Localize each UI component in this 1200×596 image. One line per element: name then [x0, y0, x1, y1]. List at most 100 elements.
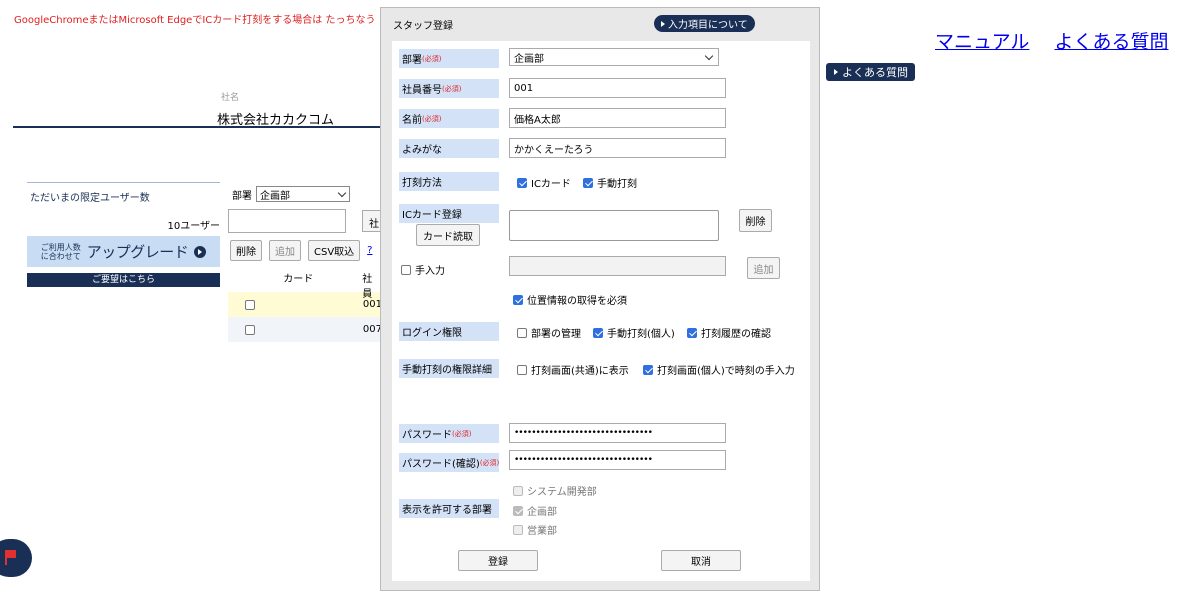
ic-card-checkbox[interactable] — [517, 177, 527, 188]
upgrade-label: アップグレード — [86, 243, 189, 261]
staff-add-button[interactable]: 追加 — [269, 240, 301, 261]
visible-depts-label: 表示を許可する部署 — [399, 499, 499, 518]
location-required-option[interactable]: 位置情報の取得を必須 — [513, 292, 627, 307]
stamp-method-label: 打刻方法 — [399, 172, 499, 191]
csv-import-button[interactable]: CSV取込 — [308, 240, 361, 261]
manual-stamp-personal-checkbox[interactable] — [593, 327, 603, 338]
register-button[interactable]: 登録 — [458, 550, 538, 571]
name-field[interactable]: 価格A太郎 — [509, 108, 726, 128]
staff-dept-select[interactable]: 企画部 — [256, 186, 350, 202]
password-field[interactable]: •••••••••••••••••••••••••••••••• — [509, 423, 726, 443]
manual-stamp-personal-label: 手動打刻(個人) — [607, 329, 675, 340]
header-spacer — [228, 270, 283, 292]
manual-entry-field[interactable] — [509, 256, 726, 276]
stamp-history-checkbox[interactable] — [687, 327, 697, 338]
staff-dept-label: 部署 — [232, 190, 252, 202]
modal-form: 部署 (必須) 企画部 社員番号 (必須) 001 名前 (必須) 価格A太郎 よみが… — [392, 41, 810, 581]
ic-card-option-label: ICカード — [531, 179, 571, 190]
password-label-text: パスワード — [402, 430, 452, 441]
staff-register-modal: スタッフ登録 入力項目について 部署 (必須) 企画部 社員番号 (必須) 001 … — [380, 7, 820, 591]
password-confirm-label: パスワード(確認) (必須) — [399, 453, 499, 472]
dept-sales-option[interactable]: 営業部 — [513, 522, 557, 537]
dept-sales-label: 営業部 — [527, 526, 557, 537]
ic-card-notice: GoogleChromeまたはMicrosoft EdgeでICカード打刻をする… — [14, 15, 376, 26]
dept-select[interactable]: 企画部 — [509, 48, 719, 66]
stamp-history-label: 打刻履歴の確認 — [701, 329, 771, 340]
dept-system-option[interactable]: システム開発部 — [513, 483, 597, 498]
name-label: 名前 (必須) — [399, 109, 499, 128]
manual-entry-checkbox[interactable] — [401, 264, 411, 275]
employee-no-label: 社員番号 (必須) — [399, 79, 499, 98]
user-limit-title: ただいまの限定ユーザー数 — [30, 193, 150, 204]
company-divider — [13, 126, 393, 128]
manual-entry-option[interactable]: 手入力 — [401, 262, 445, 277]
manual-entry-label: 手入力 — [415, 266, 445, 277]
top-links: マニュアル よくある質問 — [935, 27, 1168, 54]
location-required-label: 位置情報の取得を必須 — [527, 296, 627, 307]
dept-planning-checkbox[interactable] — [513, 505, 523, 516]
circle-arrow-icon — [194, 245, 207, 258]
help-link[interactable]: ? — [367, 245, 372, 256]
personal-time-input-option[interactable]: 打刻画面(個人)で時刻の手入力 — [643, 362, 795, 377]
upgrade-caption: ご利用人数 に合わせて — [41, 243, 81, 261]
upgrade-button[interactable]: ご利用人数 に合わせて アップグレード — [27, 236, 220, 267]
chevron-down-icon — [704, 51, 714, 60]
dept-planning-option[interactable]: 企画部 — [513, 503, 557, 518]
required-mark: (必須) — [479, 458, 500, 467]
manual-detail-label: 手動打刻の権限詳細 — [399, 359, 499, 378]
cancel-button[interactable]: 取消 — [661, 550, 741, 571]
dept-manage-checkbox[interactable] — [517, 327, 527, 338]
row-select — [228, 299, 363, 310]
name-label-text: 名前 — [402, 115, 422, 126]
dept-label: 部署 (必須) — [399, 49, 499, 68]
dept-sales-checkbox[interactable] — [513, 524, 523, 535]
kana-label: よみがな — [399, 139, 499, 158]
manual-link[interactable]: マニュアル — [935, 27, 1029, 54]
upgrade-caption-line2: に合わせて — [40, 251, 81, 261]
play-arrow-icon — [834, 69, 838, 75]
staff-delete-button[interactable]: 削除 — [230, 240, 262, 261]
ic-card-option[interactable]: ICカード — [517, 175, 571, 190]
user-limit-panel: ただいまの限定ユーザー数 10ユーザー ご利用人数 に合わせて アップグレード … — [27, 182, 220, 287]
manual-stamp-option[interactable]: 手動打刻 — [583, 175, 637, 190]
row-checkbox[interactable] — [245, 299, 255, 310]
manual-entry-add-button[interactable]: 追加 — [747, 257, 780, 279]
faq-button-label: よくある質問 — [842, 66, 908, 79]
manual-stamp-personal-option[interactable]: 手動打刻(個人) — [593, 325, 675, 340]
card-read-button[interactable]: カード読取 — [416, 224, 480, 246]
common-screen-checkbox[interactable] — [517, 364, 527, 375]
dept-manage-option[interactable]: 部署の管理 — [517, 325, 581, 340]
stamp-history-option[interactable]: 打刻履歴の確認 — [687, 325, 771, 340]
faq-button[interactable]: よくある質問 — [826, 63, 915, 81]
password-confirm-label-text: パスワード(確認) — [402, 459, 480, 470]
location-required-checkbox[interactable] — [513, 294, 523, 305]
input-info-label: 入力項目について — [668, 20, 748, 31]
kana-field[interactable]: かかくえーたろう — [509, 138, 726, 158]
table-row[interactable]: 001 — [228, 292, 382, 317]
upgrade-caption-line1: ご利用人数 — [40, 242, 81, 252]
staff-table-header: カード 社員 — [228, 270, 382, 300]
common-screen-option[interactable]: 打刻画面(共通)に表示 — [517, 362, 629, 377]
dept-system-checkbox[interactable] — [513, 485, 523, 496]
staff-table: カード 社員 001 007 — [228, 270, 382, 342]
dept-manage-label: 部署の管理 — [531, 329, 581, 340]
company-label: 社名 — [221, 93, 240, 103]
manual-stamp-checkbox[interactable] — [583, 177, 593, 188]
password-confirm-field[interactable]: •••••••••••••••••••••••••••••••• — [509, 450, 726, 470]
employee-no-field[interactable]: 001 — [509, 78, 726, 98]
request-button[interactable]: ご要望はこちら — [27, 273, 220, 287]
row-checkbox[interactable] — [245, 324, 255, 335]
table-row[interactable]: 007 — [228, 317, 382, 342]
staff-partial-button[interactable]: 社 — [362, 210, 382, 232]
input-info-button[interactable]: 入力項目について — [654, 15, 755, 32]
faq-link[interactable]: よくある質問 — [1054, 27, 1168, 54]
dept-label-text: 部署 — [402, 55, 422, 66]
manual-stamp-option-label: 手動打刻 — [597, 179, 637, 190]
common-screen-label: 打刻画面(共通)に表示 — [531, 366, 629, 377]
login-rights-label: ログイン権限 — [399, 322, 499, 341]
staff-search-input[interactable] — [228, 209, 346, 233]
feedback-button[interactable] — [0, 539, 32, 577]
personal-time-input-checkbox[interactable] — [643, 364, 653, 375]
ic-card-delete-button[interactable]: 削除 — [739, 209, 772, 232]
ic-card-list[interactable] — [509, 210, 719, 241]
